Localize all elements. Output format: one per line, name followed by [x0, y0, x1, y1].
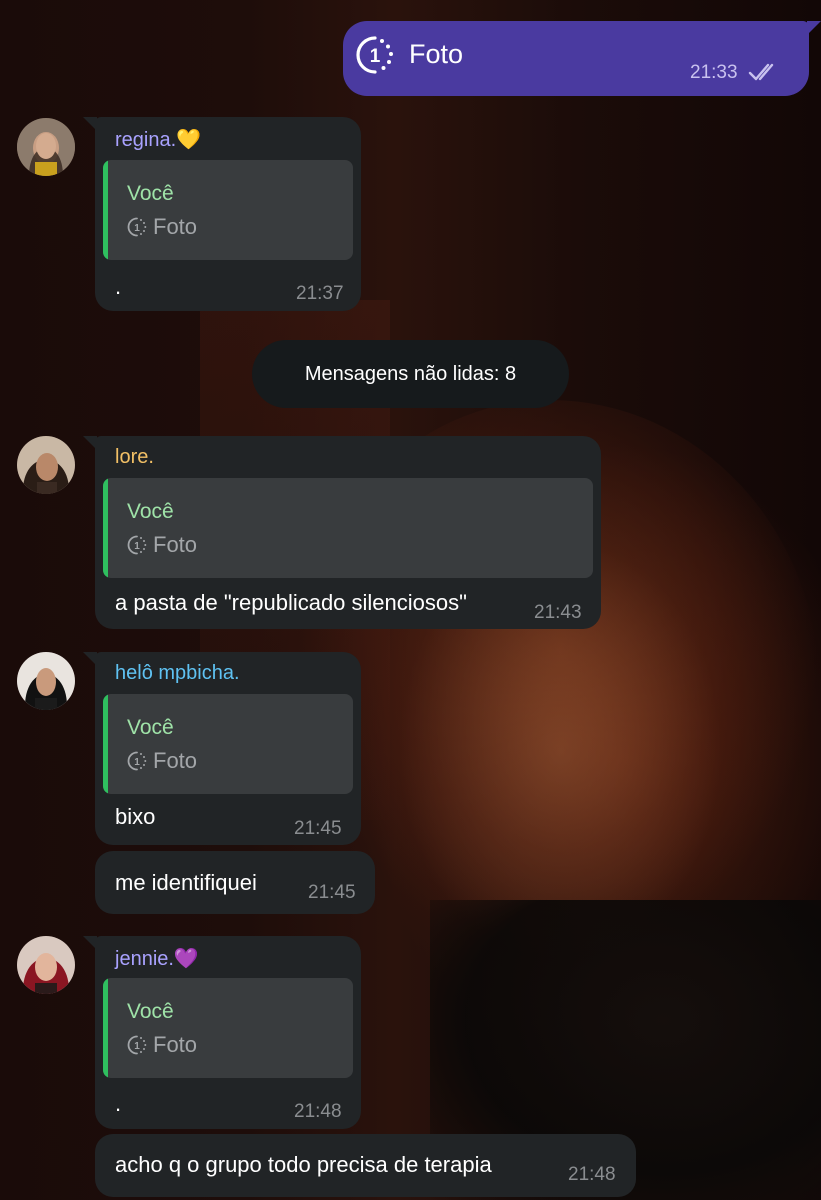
bubble-tail — [83, 652, 97, 666]
reply-accent-bar — [103, 478, 108, 578]
message-text: acho q o grupo todo precisa de terapia — [115, 1152, 492, 1177]
message-bubble[interactable]: helô mpbicha. Você 1 Foto bixo 21:45 — [83, 652, 361, 845]
avatar-image — [17, 436, 75, 494]
message-text: . — [115, 274, 122, 299]
message-time: 21:48 — [568, 1164, 616, 1185]
reply-text: Foto — [153, 532, 198, 557]
message-bubble[interactable]: acho q o grupo todo precisa de terapia 2… — [95, 1134, 636, 1197]
message-text: me identifiquei — [115, 870, 257, 895]
double-check-icon — [748, 63, 774, 81]
message-bubble[interactable]: me identifiquei 21:45 — [95, 851, 375, 914]
message-bubble[interactable]: lore. Você 1 Foto a pasta de "republicad… — [83, 436, 601, 629]
reply-content: 1 Foto — [127, 532, 197, 558]
avatar-regina[interactable] — [17, 118, 75, 176]
message-sender[interactable]: helô mpbicha. — [115, 662, 240, 685]
reply-accent-bar — [103, 978, 108, 1078]
avatar-image — [17, 652, 75, 710]
bubble-tail — [83, 117, 97, 131]
reply-preview[interactable]: Você 1 Foto — [103, 978, 353, 1078]
message-time: 21:45 — [294, 818, 342, 839]
view-once-icon: 1 — [127, 751, 147, 771]
outgoing-message[interactable]: 1 Foto — [343, 21, 821, 96]
message-text: . — [115, 1091, 122, 1116]
message-time: 21:48 — [294, 1101, 342, 1122]
message-time: 21:43 — [534, 602, 582, 623]
svg-text:1: 1 — [134, 541, 140, 552]
reply-sender: Você — [127, 1000, 174, 1023]
svg-text:1: 1 — [134, 223, 140, 234]
outgoing-message-time: 21:33 — [690, 62, 738, 83]
message-sender[interactable]: jennie.💜 — [115, 946, 199, 971]
avatar-helo[interactable] — [17, 652, 75, 710]
message-text: a pasta de "republicado silenciosos" — [115, 590, 467, 615]
reply-content: 1 Foto — [127, 748, 197, 774]
reply-sender: Você — [127, 182, 174, 205]
message-text: bixo — [115, 804, 156, 829]
avatar-lore[interactable] — [17, 436, 75, 494]
view-once-icon[interactable]: 1 — [355, 35, 395, 75]
reply-text: Foto — [153, 1032, 198, 1057]
view-once-icon: 1 — [127, 1035, 147, 1055]
avatar-image — [17, 118, 75, 176]
avatar-image — [17, 936, 75, 994]
svg-text:1: 1 — [134, 1041, 140, 1052]
outgoing-message-text: Foto — [409, 39, 464, 69]
svg-text:1: 1 — [370, 46, 381, 67]
reply-text: Foto — [153, 748, 198, 773]
bubble-tail — [807, 21, 821, 35]
reply-accent-bar — [103, 694, 108, 794]
reply-preview[interactable]: Você 1 Foto — [103, 160, 353, 260]
svg-text:1: 1 — [134, 757, 140, 768]
reply-preview[interactable]: Você 1 Foto — [103, 694, 353, 794]
message-bubble[interactable]: regina.💛 Você 1 Foto . 21:37 — [83, 117, 361, 311]
bubble-tail — [83, 936, 97, 950]
view-once-icon: 1 — [127, 217, 147, 237]
unread-messages-separator: Mensagens não lidas: 8 — [252, 340, 569, 408]
reply-content: 1 Foto — [127, 214, 197, 240]
message-bubble[interactable]: jennie.💜 Você 1 Foto . 21:48 — [83, 936, 361, 1129]
reply-sender: Você — [127, 500, 174, 523]
reply-accent-bar — [103, 160, 108, 260]
message-time: 21:45 — [308, 882, 356, 903]
bubble-tail — [83, 436, 97, 450]
reply-preview[interactable]: Você 1 Foto — [103, 478, 593, 578]
reply-text: Foto — [153, 214, 198, 239]
avatar-jennie[interactable] — [17, 936, 75, 994]
reply-sender: Você — [127, 716, 174, 739]
message-time: 21:37 — [296, 283, 344, 304]
reply-content: 1 Foto — [127, 1032, 197, 1058]
message-sender[interactable]: lore. — [115, 446, 154, 469]
view-once-icon: 1 — [127, 535, 147, 555]
message-sender[interactable]: regina.💛 — [115, 127, 201, 152]
